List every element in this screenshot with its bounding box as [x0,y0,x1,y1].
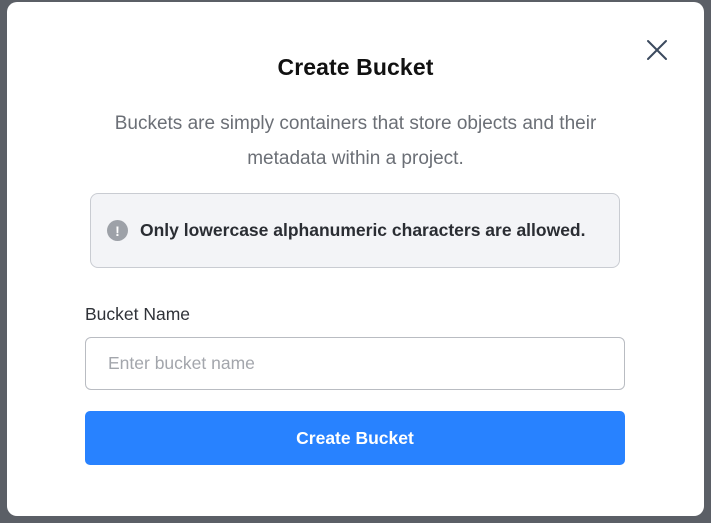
create-bucket-modal: Create Bucket Buckets are simply contain… [7,2,704,516]
modal-title: Create Bucket [277,54,434,80]
create-bucket-button[interactable]: Create Bucket [85,411,625,465]
alert-text: Only lowercase alphanumeric characters a… [140,220,586,240]
bucket-name-label: Bucket Name [85,304,191,324]
info-alert: ! Only lowercase alphanumeric characters… [90,193,620,268]
modal-description: Buckets are simply containers that store… [114,113,597,169]
exclamation-circle-icon: ! [107,220,128,241]
bucket-name-input[interactable] [85,337,625,390]
